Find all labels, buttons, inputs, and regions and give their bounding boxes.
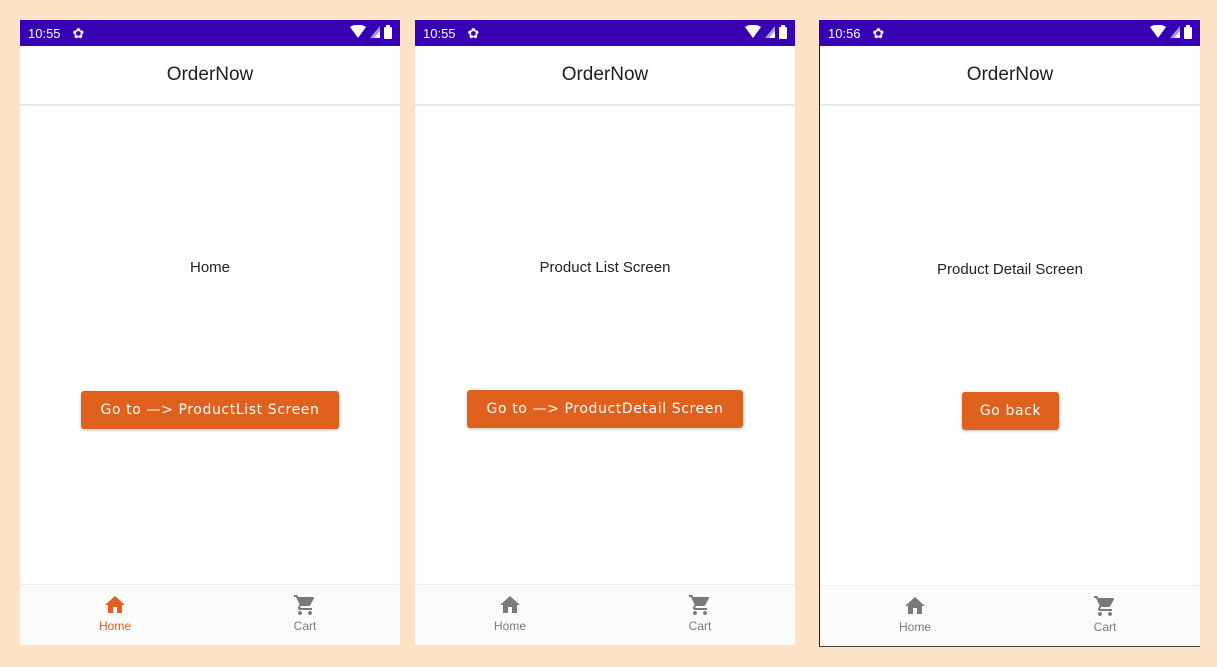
nav-label-cart: Cart [293,619,317,633]
nav-label-home: Home [98,619,131,633]
nav-label-cart: Cart [1093,620,1117,634]
status-bar: 10:55 ✿ [415,20,795,46]
cart-icon [294,595,315,615]
phone-screen-product-list: 10:55 ✿ OrderNow Product List Screen Go … [415,20,795,645]
status-icons [350,25,392,39]
status-time: 10:55 [28,25,61,41]
app-bar-title: OrderNow [415,46,795,106]
nav-label-home: Home [898,620,931,634]
nav-item-home[interactable]: Home [470,593,550,633]
bottom-navigation: Home Cart [415,584,795,645]
wifi-icon [1150,25,1166,38]
signal-icon [1170,26,1180,38]
home-icon [905,597,925,614]
nav-item-cart[interactable]: Cart [1065,594,1145,634]
status-icons [1150,25,1192,39]
status-bar: 10:55 ✿ [20,20,400,46]
cart-icon [1094,596,1115,616]
app-bar-title: OrderNow [20,46,400,106]
battery-icon [779,25,787,39]
phone-screen-home: 10:55 ✿ OrderNow Home Go to —> ProductLi… [20,20,400,645]
battery-icon [384,25,392,39]
settings-icon: ✿ [72,25,85,41]
go-back-button[interactable]: Go back [962,392,1059,430]
screen-label: Product List Screen [539,259,671,276]
wifi-icon [745,25,761,38]
battery-icon [1184,25,1192,39]
wifi-icon [350,25,366,38]
bottom-navigation: Home Cart [20,584,400,645]
signal-icon [370,26,380,38]
nav-label-home: Home [493,619,526,633]
app-bar-title: OrderNow [820,46,1200,106]
nav-item-cart[interactable]: Cart [265,593,345,633]
cart-icon [689,595,710,615]
status-bar: 10:56 ✿ [820,20,1200,46]
status-icons [745,25,787,39]
bottom-navigation: Home Cart [820,585,1200,646]
nav-item-home[interactable]: Home [875,594,955,634]
nav-item-home[interactable]: Home [75,593,155,633]
nav-item-cart[interactable]: Cart [660,593,740,633]
nav-label-cart: Cart [688,619,712,633]
status-time: 10:56 [828,25,861,41]
screen-label: Home [189,259,230,276]
go-to-product-detail-button[interactable]: Go to —> ProductDetail Screen [467,390,743,428]
home-icon [105,596,125,613]
settings-icon: ✿ [467,25,480,41]
phone-screen-product-detail: 10:56 ✿ OrderNow Product Detail Screen G… [819,20,1200,647]
home-icon [500,596,520,613]
signal-icon [765,26,775,38]
status-time: 10:55 [423,25,456,41]
screen-label: Product Detail Screen [937,261,1083,278]
settings-icon: ✿ [872,25,885,41]
go-to-product-list-button[interactable]: Go to —> ProductList Screen [81,391,339,429]
